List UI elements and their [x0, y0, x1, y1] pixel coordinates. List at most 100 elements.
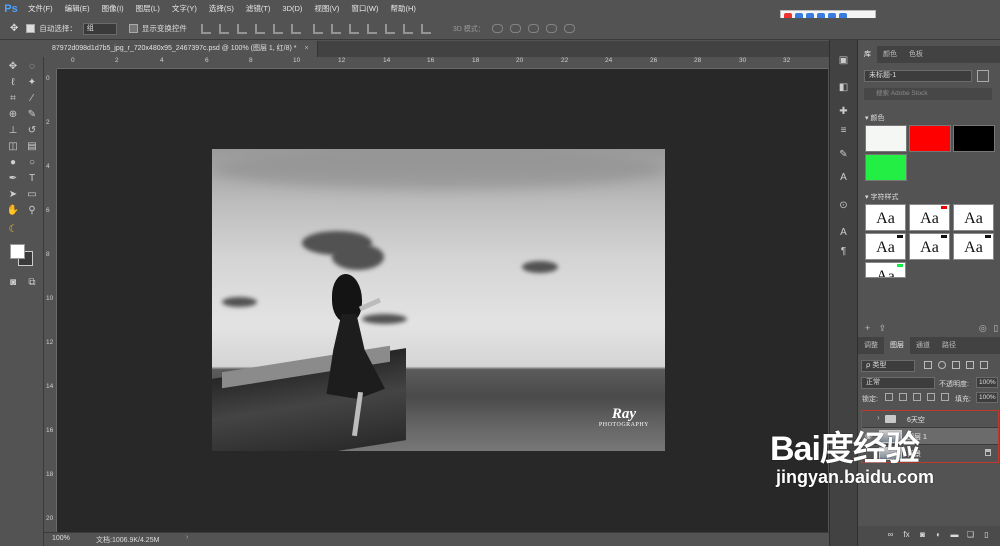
distribute-bottom-icon[interactable] — [348, 23, 359, 34]
distribute-right-icon[interactable] — [402, 23, 413, 34]
brush-tool-icon[interactable]: ✎ — [25, 108, 39, 122]
tab-paths[interactable]: 路径 — [936, 337, 962, 354]
menu-select[interactable]: 选择(S) — [203, 0, 240, 18]
tab-color[interactable]: 颜色 — [877, 46, 903, 63]
menu-window[interactable]: 窗口(W) — [345, 0, 384, 18]
gradient-tool-icon[interactable]: ▤ — [25, 140, 39, 154]
eyedropper-icon[interactable]: ⁄ — [25, 92, 39, 106]
clone-source-icon[interactable]: ⊙ — [837, 199, 850, 212]
shape-tool-icon[interactable]: ▭ — [25, 188, 39, 202]
tab-swatches[interactable]: 色板 — [903, 46, 929, 63]
healing-brush-icon[interactable]: ⊕ — [6, 108, 20, 122]
fill-input[interactable]: 100% — [976, 392, 998, 403]
distribute-top-icon[interactable] — [312, 23, 323, 34]
3d-pan-icon[interactable] — [527, 24, 539, 33]
brushes-panel-icon[interactable]: ✎ — [837, 148, 850, 161]
cc-icon[interactable]: ◎ — [979, 323, 987, 333]
char-style-card[interactable]: Aa — [953, 204, 994, 231]
trash-icon[interactable]: ▯ — [982, 530, 991, 539]
move-tool-icon[interactable]: ✥ — [6, 60, 20, 74]
char-style-card[interactable]: Aa — [909, 233, 950, 260]
filter-kind-select[interactable]: ⍴ 类型 — [861, 360, 915, 372]
new-layer-icon[interactable]: ❑ — [966, 530, 975, 539]
color-swatch[interactable] — [909, 125, 951, 152]
filter-smart-icon[interactable] — [980, 361, 988, 369]
3d-scale-icon[interactable] — [563, 24, 575, 33]
3d-rotate-icon[interactable] — [491, 24, 503, 33]
menu-filter[interactable]: 滤镜(T) — [240, 0, 277, 18]
adjustment-icon[interactable]: ◐ — [934, 530, 943, 539]
chevron-right-icon[interactable]: › — [877, 413, 880, 422]
auto-select-dropdown[interactable]: 组 — [82, 22, 117, 35]
tab-channels[interactable]: 通道 — [910, 337, 936, 354]
screen-mode-icon[interactable]: ⧉ — [25, 276, 39, 290]
eraser-tool-icon[interactable]: ◫ — [6, 140, 20, 154]
stock-search-input[interactable]: 搜索 Adobe Stock — [864, 88, 992, 100]
canvas-area[interactable]: Ray PHOTOGRAPHY — [57, 69, 828, 532]
clone-stamp-icon[interactable]: ⊥ — [6, 124, 20, 138]
tab-layers[interactable]: 图层 — [884, 337, 910, 354]
lock-artboard-icon[interactable] — [927, 393, 935, 401]
tab-adjustments[interactable]: 调整 — [858, 337, 884, 354]
auto-select-checkbox[interactable] — [26, 24, 36, 33]
char-style-card[interactable]: Aa — [865, 262, 906, 278]
char-style-card[interactable]: Aa — [953, 233, 994, 260]
library-select[interactable]: 未标题-1 — [864, 70, 972, 82]
color-swatch[interactable] — [865, 125, 907, 152]
zoom-level[interactable]: 100% — [52, 535, 70, 542]
properties-panel-icon[interactable]: ≡ — [837, 124, 850, 137]
character-icon[interactable]: A — [837, 226, 850, 239]
distribute-vcenter-icon[interactable] — [330, 23, 341, 34]
character-panel-icon[interactable]: A — [837, 171, 850, 184]
status-menu-icon[interactable]: › — [186, 534, 188, 541]
align-hcenter-icon[interactable] — [272, 23, 283, 34]
fx-icon[interactable]: fx — [902, 530, 911, 539]
filter-type-icon[interactable] — [952, 361, 960, 369]
menu-edit[interactable]: 编辑(E) — [59, 0, 96, 18]
align-bottom-icon[interactable] — [236, 23, 247, 34]
foreground-color-swatch[interactable] — [10, 244, 25, 259]
link-icon[interactable]: ∞ — [886, 530, 895, 539]
distribute-left-icon[interactable] — [366, 23, 377, 34]
paragraph-icon[interactable]: ¶ — [837, 245, 850, 258]
opacity-input[interactable]: 100% — [976, 377, 998, 388]
move-tool-icon[interactable]: ✥ — [10, 23, 18, 34]
upload-icon[interactable]: ⇪ — [879, 323, 887, 333]
filter-adjust-icon[interactable] — [938, 361, 946, 369]
char-style-card[interactable]: Aa — [865, 233, 906, 260]
edit-toolbar-icon[interactable]: ☾ — [6, 223, 20, 237]
menu-type[interactable]: 文字(Y) — [166, 0, 203, 18]
align-right-icon[interactable] — [290, 23, 301, 34]
lock-transparent-icon[interactable] — [885, 393, 893, 401]
menu-view[interactable]: 视图(V) — [308, 0, 345, 18]
align-left-icon[interactable] — [254, 23, 265, 34]
history-panel-icon[interactable]: ▣ — [837, 54, 850, 67]
menu-3d[interactable]: 3D(D) — [276, 0, 308, 18]
marquee-tool-icon[interactable]: ◌ — [25, 60, 39, 74]
history-brush-icon[interactable]: ↺ — [25, 124, 39, 138]
document-image[interactable]: Ray PHOTOGRAPHY — [212, 149, 665, 451]
pen-tool-icon[interactable]: ✒ — [6, 172, 20, 186]
lock-pixels-icon[interactable] — [899, 393, 907, 401]
color-swatch[interactable] — [953, 125, 995, 152]
3d-roll-icon[interactable] — [509, 24, 521, 33]
auto-align-icon[interactable] — [420, 23, 431, 34]
char-style-card[interactable]: Aa — [909, 204, 950, 231]
grid-view-icon[interactable] — [977, 70, 989, 82]
blend-mode-select[interactable]: 正常 — [861, 377, 935, 389]
menu-help[interactable]: 帮助(H) — [385, 0, 422, 18]
filter-shape-icon[interactable] — [966, 361, 974, 369]
crop-tool-icon[interactable]: ⌗ — [6, 92, 20, 106]
delete-icon[interactable]: ▯ — [993, 323, 998, 333]
mask-icon[interactable]: ◙ — [918, 530, 927, 539]
blur-tool-icon[interactable]: ● — [6, 156, 20, 170]
quick-mask-icon[interactable]: ◙ — [6, 276, 20, 290]
menu-file[interactable]: 文件(F) — [22, 0, 59, 18]
add-icon[interactable]: + — [865, 323, 870, 333]
align-vcenter-icon[interactable] — [218, 23, 229, 34]
3d-slide-icon[interactable] — [545, 24, 557, 33]
char-style-card[interactable]: Aa — [865, 204, 906, 231]
type-tool-icon[interactable]: T — [25, 172, 39, 186]
align-top-icon[interactable] — [200, 23, 211, 34]
magic-wand-icon[interactable]: ✦ — [25, 76, 39, 90]
